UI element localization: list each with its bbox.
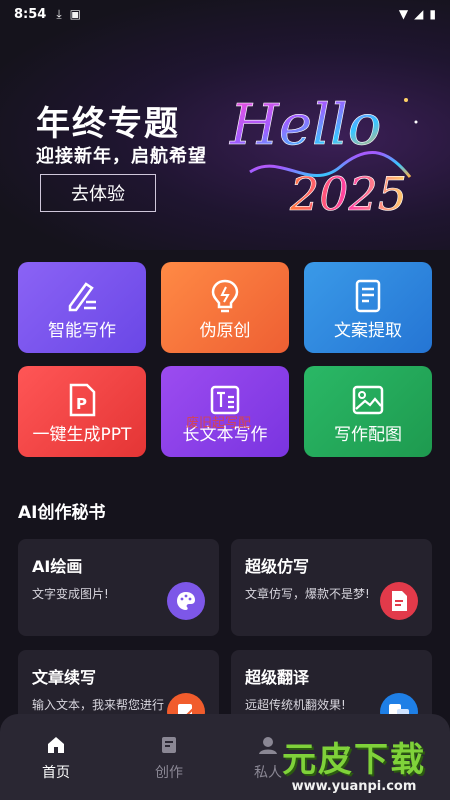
- wifi-icon: ▼: [398, 7, 409, 21]
- ppt-icon: P: [69, 383, 96, 417]
- tool-smart-writing[interactable]: 智能写作: [18, 262, 146, 353]
- section-title: AI创作秘书: [18, 503, 106, 523]
- card-title: 超级翻译: [245, 668, 310, 687]
- document-icon: [380, 582, 418, 620]
- battery-icon: ▮: [429, 7, 436, 21]
- card-title: 文章续写: [32, 668, 97, 687]
- tab-home[interactable]: 首页: [16, 734, 96, 782]
- app-notification-icon: ▣: [69, 7, 81, 21]
- palette-icon: [167, 582, 205, 620]
- banner-try-button[interactable]: 去体验: [40, 174, 156, 212]
- tool-pseudo-original[interactable]: 伪原创: [161, 262, 289, 353]
- card-ai-painting[interactable]: AI绘画 文字变成图片!: [18, 539, 219, 636]
- tool-copy-extract[interactable]: 文案提取: [304, 262, 432, 353]
- promo-banner[interactable]: 年终专题 迎接新年，启航希望 去体验 Hello 2025: [0, 0, 450, 250]
- bulb-icon: [211, 279, 239, 313]
- site-watermark: 元皮下载 www.yuanpi.com: [270, 732, 438, 794]
- overlay-text: 废旧起写配: [186, 416, 252, 431]
- tool-label: 一键生成PPT: [32, 425, 132, 445]
- hello-art-text: Hello: [229, 93, 382, 158]
- tab-create[interactable]: 创作: [129, 734, 209, 782]
- home-icon: [48, 737, 64, 753]
- compose-icon: [162, 737, 176, 753]
- watermark-logo-text: 元皮下载: [282, 740, 426, 780]
- card-desc: 文章仿写，爆款不是梦!: [245, 587, 370, 601]
- pen-icon: [68, 282, 96, 312]
- signal-icon: ◢: [414, 7, 424, 21]
- card-desc: 文字变成图片!: [32, 587, 109, 601]
- tool-one-click-ppt[interactable]: P 一键生成PPT: [18, 366, 146, 457]
- card-desc: 远超传统机翻效果!: [245, 698, 346, 712]
- document-icon: [355, 279, 381, 313]
- status-time: 8:54: [14, 6, 47, 22]
- tool-label: 智能写作: [48, 321, 116, 341]
- watermark-url: www.yuanpi.com: [291, 779, 417, 794]
- svg-text:P: P: [76, 395, 87, 413]
- tool-label: 文案提取: [334, 321, 402, 341]
- card-super-rewrite[interactable]: 超级仿写 文章仿写，爆款不是梦!: [231, 539, 432, 636]
- card-title: AI绘画: [32, 557, 83, 576]
- image-icon: [352, 385, 384, 415]
- tab-label: 首页: [42, 765, 70, 781]
- card-title: 超级仿写: [245, 557, 310, 576]
- download-icon: ⤓: [56, 6, 62, 21]
- tool-label: 写作配图: [334, 425, 402, 445]
- banner-title: 年终专题: [36, 104, 180, 144]
- banner-subtitle: 迎接新年，启航希望: [36, 146, 207, 167]
- status-bar: 8:54 ⤓ ▣ ▼ ◢ ▮: [0, 0, 450, 28]
- tab-label: 创作: [155, 765, 183, 781]
- hello-2025-art: Hello 2025: [229, 93, 418, 221]
- tool-writing-image[interactable]: 写作配图: [304, 366, 432, 457]
- tool-label: 伪原创: [199, 321, 251, 341]
